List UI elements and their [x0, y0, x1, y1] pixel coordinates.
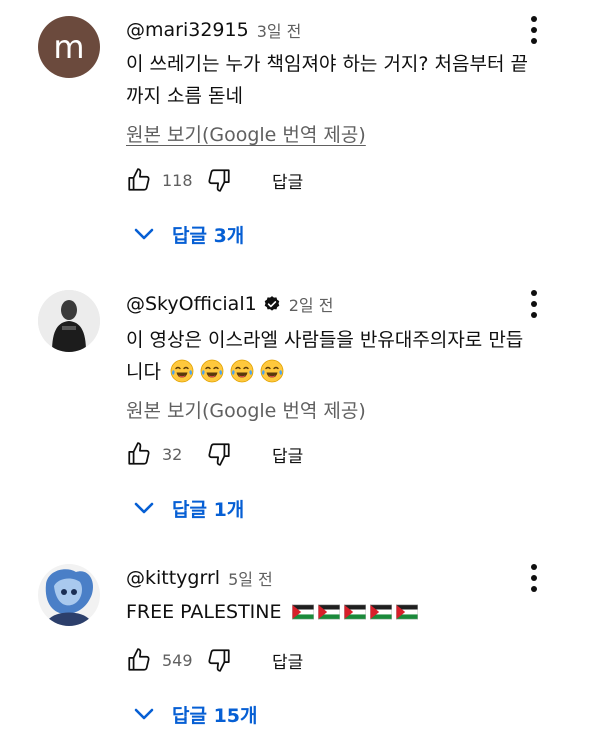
- comment-text-line: 이 쓰레기는 누가 책임져야 하는 거지? 처음부터 끝: [126, 53, 528, 75]
- comment-time: 2일 전: [288, 296, 334, 315]
- like-count: 549: [162, 650, 193, 670]
- thumbs-down-icon[interactable]: [206, 167, 232, 193]
- more-vert-icon[interactable]: [524, 14, 544, 46]
- comment-time: 5일 전: [228, 570, 273, 589]
- comment-text-line: FREE PALESTINE: [126, 601, 282, 623]
- author-name[interactable]: @mari32915: [126, 19, 249, 41]
- joy-emoji-icon: [170, 359, 194, 383]
- flag-row: [288, 601, 418, 623]
- more-vert-icon[interactable]: [524, 562, 544, 594]
- comment-meta: @mari32915 3일 전: [126, 16, 301, 44]
- palestine-flag-icon: [291, 604, 314, 620]
- comment-time: 3일 전: [256, 22, 302, 41]
- avatar[interactable]: [38, 290, 100, 352]
- joy-emoji-icon: [260, 359, 284, 383]
- thumbs-up-icon[interactable]: [126, 647, 152, 673]
- view-replies-label: 답글 3개: [172, 224, 245, 247]
- comment-meta: @SkyOfficial1 2일 전: [126, 290, 333, 318]
- comment-meta: @kittygrrl 5일 전: [126, 564, 273, 592]
- view-original-link[interactable]: 원본 보기(Google 번역 제공): [126, 396, 366, 423]
- reply-button[interactable]: 답글: [272, 648, 303, 673]
- author-name[interactable]: @SkyOfficial1: [126, 293, 257, 315]
- comment-text: FREE PALESTINE: [126, 596, 566, 628]
- reply-button[interactable]: 답글: [272, 442, 303, 467]
- comment-text-line: 이 영상은 이스라엘 사람들을 반유대주의자로 만듭: [126, 329, 524, 351]
- palestine-flag-icon: [369, 604, 392, 620]
- like-count: 118: [162, 170, 193, 190]
- palestine-flag-icon: [317, 604, 340, 620]
- comment-actions: 118 답글: [126, 164, 303, 196]
- avatar[interactable]: [38, 564, 100, 626]
- avatar-image: [38, 564, 100, 626]
- emoji-row: [167, 359, 287, 383]
- palestine-flag-icon: [343, 604, 366, 620]
- palestine-flag-icon: [395, 604, 418, 620]
- joy-emoji-icon: [200, 359, 224, 383]
- view-replies-label: 답글 15개: [172, 704, 258, 727]
- chevron-down-icon: [134, 502, 154, 514]
- thumbs-down-icon[interactable]: [206, 647, 232, 673]
- more-vert-icon[interactable]: [524, 288, 544, 320]
- view-replies-label: 답글 1개: [172, 498, 245, 521]
- verified-badge-icon: [264, 296, 279, 311]
- comment-text: 이 쓰레기는 누가 책임져야 하는 거지? 처음부터 끝 까지 소름 돋네: [126, 48, 566, 112]
- chevron-down-icon: [134, 228, 154, 240]
- like-count: 32: [162, 444, 183, 464]
- thumbs-up-icon[interactable]: [126, 167, 152, 193]
- thumbs-up-icon[interactable]: [126, 441, 152, 467]
- joy-emoji-icon: [230, 359, 254, 383]
- author-name[interactable]: @kittygrrl: [126, 567, 220, 589]
- view-replies-button[interactable]: 답글 15개: [132, 698, 258, 730]
- comment-text-line: 니다: [126, 356, 566, 388]
- view-replies-button[interactable]: 답글 1개: [132, 492, 244, 524]
- view-original-link[interactable]: 원본 보기(Google 번역 제공): [126, 120, 366, 147]
- comment-text-line-end: 니다: [126, 361, 161, 383]
- avatar-image: [38, 290, 100, 352]
- comment-text-line: 까지 소름 돋네: [126, 85, 243, 107]
- view-replies-button[interactable]: 답글 3개: [132, 218, 244, 250]
- avatar[interactable]: m: [38, 16, 100, 78]
- thumbs-down-icon[interactable]: [206, 441, 232, 467]
- comment-actions: 549 답글: [126, 644, 303, 676]
- comment-text: 이 영상은 이스라엘 사람들을 반유대주의자로 만듭 니다: [126, 324, 566, 388]
- chevron-down-icon: [134, 708, 154, 720]
- comment-actions: 32 답글: [126, 438, 303, 470]
- reply-button[interactable]: 답글: [272, 168, 303, 193]
